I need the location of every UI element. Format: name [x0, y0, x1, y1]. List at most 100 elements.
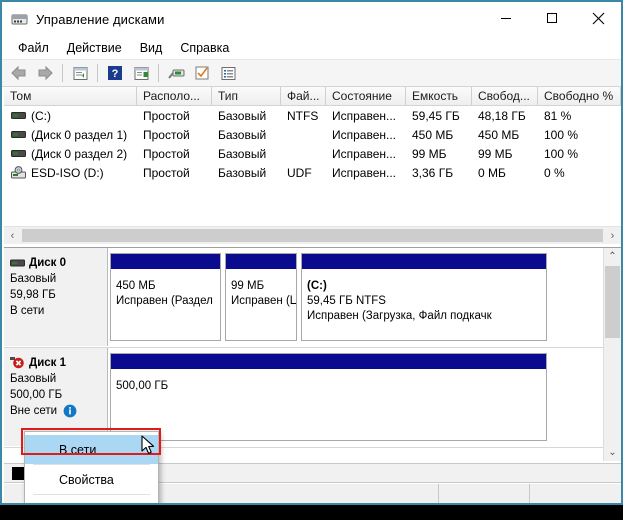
partition-size: 500,00 ГБ: [116, 380, 169, 392]
volume-cell: (Диск 0 раздел 1): [4, 128, 137, 142]
partition-size: 59,45 ГБ NTFS: [307, 295, 386, 307]
disk-management-window: Управление дисками Файл Действие Вид Спр…: [0, 0, 623, 505]
window-title: Управление дисками: [36, 11, 165, 27]
status-cell-3: [530, 484, 621, 503]
maximize-button[interactable]: [529, 2, 575, 34]
disk-title: Диск 0: [10, 255, 107, 271]
back-icon[interactable]: [6, 61, 32, 85]
scroll-right-icon[interactable]: ›: [604, 227, 621, 244]
title-bar: Управление дисками: [2, 2, 621, 36]
disk-size: 500,00 ГБ: [10, 389, 63, 401]
volume-cell: (C:): [4, 109, 137, 123]
column-header-7[interactable]: Свободно %: [538, 87, 621, 105]
menu-action[interactable]: Действие: [58, 39, 131, 57]
table-row[interactable]: ESD-ISO (D:) Простой Базовый UDF Исправен...…: [4, 163, 621, 182]
table-row[interactable]: (Диск 0 раздел 2) Простой Базовый Исправен.…: [4, 144, 621, 163]
column-header-3[interactable]: Фай...: [281, 87, 326, 105]
graph-pane-vscrollbar[interactable]: ⌃ ⌄: [603, 248, 621, 461]
column-header-6[interactable]: Свобод...: [472, 87, 538, 105]
cell-capacity: 450 МБ: [412, 127, 454, 142]
cell-free_pct: 0 %: [544, 165, 565, 180]
disk-info-panel[interactable]: Диск 0 Базовый 59,98 ГБ В сети: [4, 248, 108, 346]
context-menu: В сети Свойства Справка: [24, 431, 159, 504]
ctx-properties[interactable]: Свойства: [25, 465, 158, 494]
disk-row[interactable]: Диск 0 Базовый 59,98 ГБ В сети 450 МБ Исправе…: [4, 248, 621, 348]
disks-container: Диск 0 Базовый 59,98 ГБ В сети 450 МБ Исправе…: [4, 248, 621, 448]
table-row[interactable]: (C:) Простой Базовый NTFS Исправен... 59,45 Г…: [4, 106, 621, 125]
disk-error-icon: [10, 357, 25, 369]
disk-size: 59,98 ГБ: [10, 289, 56, 301]
cell-fs: UDF: [287, 165, 312, 180]
help-icon[interactable]: ?: [102, 61, 128, 85]
table-row[interactable]: (Диск 0 раздел 1) Простой Базовый Исправен.…: [4, 125, 621, 144]
menu-help[interactable]: Справка: [171, 39, 238, 57]
toolbar: ?: [2, 60, 621, 87]
volume-list-header: Том Располо... Тип Фай... Состояние Емкость Св…: [4, 86, 621, 106]
partition-block[interactable]: 450 МБ Исправен (Раздел: [110, 253, 221, 341]
scroll-down-icon[interactable]: ⌄: [604, 444, 621, 461]
hscroll-thumb[interactable]: [22, 229, 603, 242]
up-folder-icon[interactable]: [67, 61, 93, 85]
partition-icon: [11, 128, 26, 141]
partition-color-bar: [111, 354, 546, 370]
partition-area: 500,00 ГБ: [110, 353, 603, 441]
partition-size: 99 МБ: [231, 280, 265, 292]
ctx-help[interactable]: Справка: [25, 495, 158, 504]
cell-type: Базовый: [218, 108, 267, 123]
partition-icon: [11, 109, 26, 122]
cell-free_pct: 81 %: [544, 108, 572, 123]
cell-layout: Простой: [143, 108, 190, 123]
partition-status: Исправен (Ц: [231, 295, 296, 307]
cell-free: 48,18 ГБ: [478, 108, 526, 123]
column-header-4[interactable]: Состояние: [326, 87, 406, 105]
cell-capacity: 3,36 ГБ: [412, 165, 454, 180]
partition-text: (C:) 59,45 ГБ NTFS Исправен (Загрузка, Фай…: [302, 270, 546, 324]
column-header-2[interactable]: Тип: [212, 87, 281, 105]
checkmark-icon[interactable]: [189, 61, 215, 85]
svg-text:?: ?: [112, 68, 119, 80]
disk-management-icon: [11, 11, 28, 28]
partition-status: Исправен (Раздел: [116, 295, 213, 307]
column-header-0[interactable]: Том: [4, 87, 137, 105]
close-button[interactable]: [575, 2, 621, 34]
properties-list-icon[interactable]: [215, 61, 241, 85]
show-hide-console-tree-icon[interactable]: [128, 61, 154, 85]
ctx-online[interactable]: В сети: [25, 435, 158, 464]
scroll-left-icon[interactable]: ‹: [4, 227, 21, 244]
cell-capacity: 99 МБ: [412, 146, 447, 161]
partition-label: (C:): [307, 280, 327, 292]
disk-state-row: Вне сети: [10, 403, 107, 419]
volume-list-hscrollbar[interactable]: ‹ ›: [4, 226, 621, 244]
column-header-5[interactable]: Емкость: [406, 87, 472, 105]
cell-free: 99 МБ: [478, 146, 513, 161]
cell-layout: Простой: [143, 146, 190, 161]
mouse-cursor: [141, 435, 157, 460]
info-icon[interactable]: [63, 404, 77, 418]
cell-free: 0 МБ: [478, 165, 506, 180]
forward-icon[interactable]: [32, 61, 58, 85]
cell-status: Исправен...: [332, 146, 397, 161]
partition-block[interactable]: 500,00 ГБ: [110, 353, 547, 441]
partition-area: 450 МБ Исправен (Раздел 99 МБ Исправен (Ц (C…: [110, 253, 603, 341]
toolbar-separator: [158, 64, 159, 82]
vscroll-thumb[interactable]: [605, 266, 620, 338]
cell-capacity: 59,45 ГБ: [412, 108, 460, 123]
partition-block[interactable]: (C:) 59,45 ГБ NTFS Исправен (Загрузка, Фай…: [301, 253, 547, 341]
disk-icon: [10, 257, 25, 269]
status-cell-2: [439, 484, 530, 503]
menu-file[interactable]: Файл: [9, 39, 58, 57]
cell-layout: Простой: [143, 165, 190, 180]
volume-label: (C:): [31, 108, 51, 123]
rescan-disks-icon[interactable]: [163, 61, 189, 85]
volume-label: (Диск 0 раздел 1): [31, 127, 128, 142]
column-header-1[interactable]: Располо...: [137, 87, 212, 105]
menu-view[interactable]: Вид: [131, 39, 172, 57]
disk-type: Базовый: [10, 273, 57, 285]
cell-type: Базовый: [218, 127, 267, 142]
partition-block[interactable]: 99 МБ Исправен (Ц: [225, 253, 297, 341]
disk-state: В сети: [10, 305, 45, 317]
cell-free_pct: 100 %: [544, 146, 579, 161]
scroll-up-icon[interactable]: ⌃: [604, 248, 621, 265]
minimize-button[interactable]: [483, 2, 529, 34]
cell-type: Базовый: [218, 146, 267, 161]
